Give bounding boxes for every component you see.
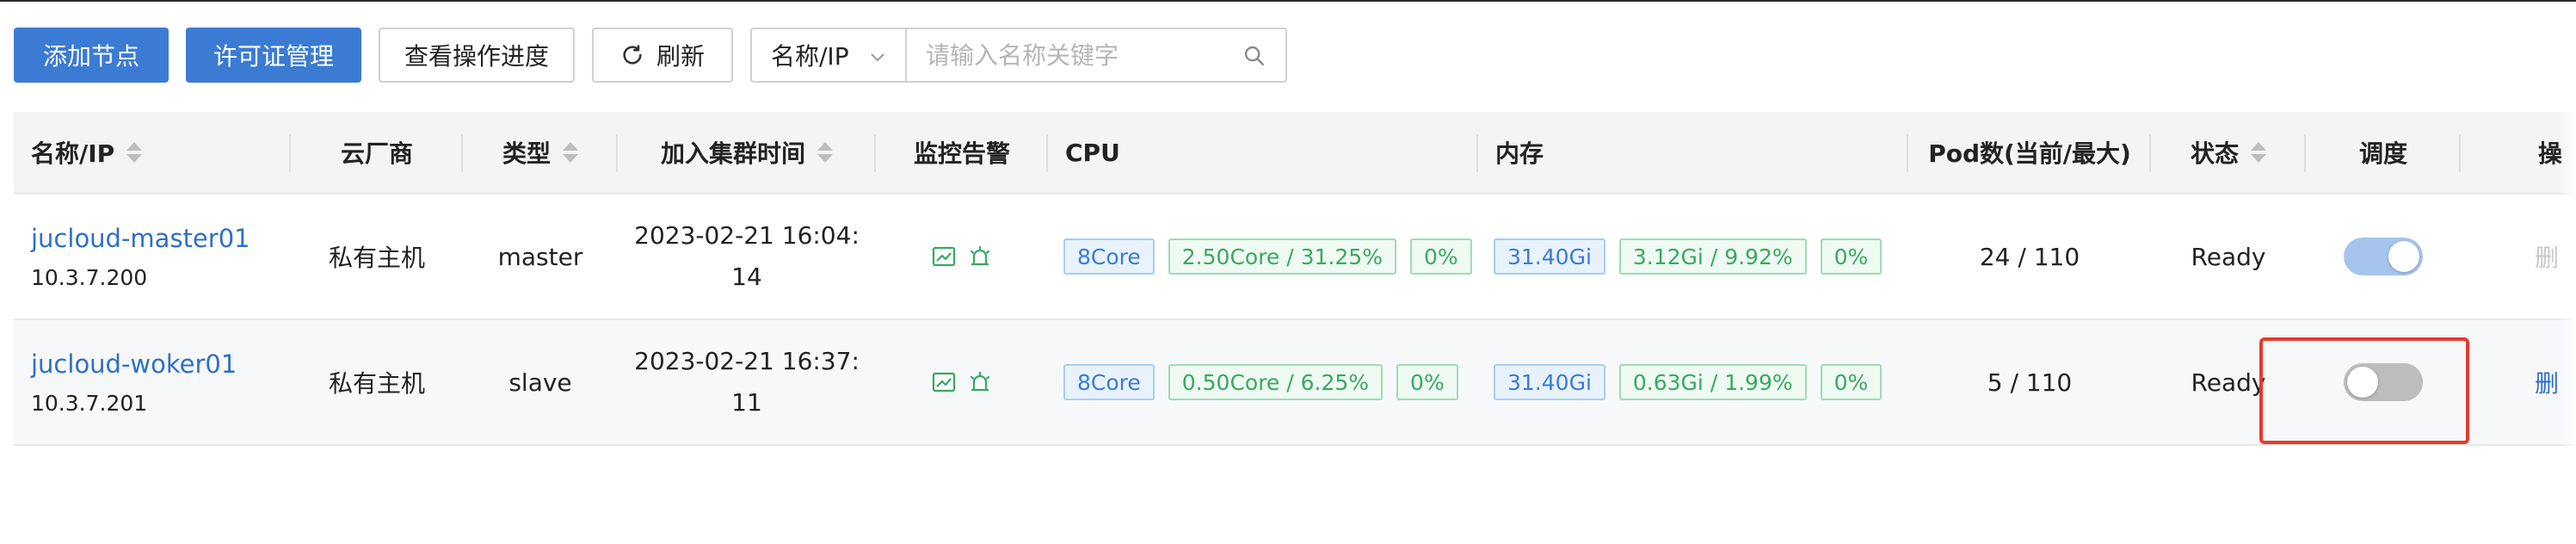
schedule-toggle[interactable] bbox=[2344, 238, 2423, 275]
mem-total-tag: 31.40Gi bbox=[1494, 364, 1605, 400]
sort-icon[interactable] bbox=[2251, 142, 2266, 163]
refresh-icon bbox=[623, 45, 642, 65]
chart-icon[interactable] bbox=[932, 371, 956, 393]
sort-icon[interactable] bbox=[817, 142, 833, 163]
memory-cell: 31.40Gi 3.12Gi / 9.92% 0% bbox=[1478, 195, 1908, 318]
search-field-select[interactable]: 名称/IP bbox=[752, 29, 907, 81]
search-field-value: 名称/IP bbox=[771, 42, 849, 71]
license-management-button[interactable]: 许可证管理 bbox=[186, 28, 361, 83]
memory-cell: 31.40Gi 0.63Gi / 1.99% 0% bbox=[1478, 320, 1908, 444]
join-time-line2: 11 bbox=[731, 388, 762, 417]
status-cell: Ready bbox=[2191, 368, 2266, 397]
node-ip: 10.3.7.201 bbox=[31, 390, 148, 416]
cpu-total-tag: 8Core bbox=[1063, 364, 1155, 400]
mem-pct-tag: 0% bbox=[1820, 364, 1883, 400]
schedule-cell bbox=[2306, 320, 2461, 444]
col-cpu: CPU bbox=[1048, 112, 1478, 193]
name-cell: jucloud-woker01 10.3.7.201 bbox=[14, 320, 291, 444]
mem-total-tag: 31.40Gi bbox=[1494, 238, 1605, 275]
delete-action-disabled: 删 bbox=[2535, 244, 2560, 272]
col-name[interactable]: 名称/IP bbox=[14, 112, 291, 193]
top-border bbox=[0, 0, 2576, 2]
scroll-fade bbox=[2559, 112, 2576, 448]
col-cpu-label: CPU bbox=[1065, 138, 1120, 167]
cpu-cell: 8Core 0.50Core / 6.25% 0% bbox=[1048, 320, 1478, 444]
col-type[interactable]: 类型 bbox=[463, 112, 618, 193]
col-join-time-label: 加入集群时间 bbox=[660, 139, 805, 168]
monitor-cell bbox=[876, 320, 1048, 444]
search-group: 名称/IP bbox=[750, 28, 1287, 83]
status-cell: Ready bbox=[2191, 242, 2266, 271]
cpu-pct-tag: 0% bbox=[1409, 238, 1472, 275]
col-monitor-label: 监控告警 bbox=[913, 139, 1010, 168]
alarm-icon[interactable] bbox=[968, 370, 992, 394]
col-monitor: 监控告警 bbox=[876, 112, 1048, 193]
type-cell: slave bbox=[508, 368, 572, 397]
delete-action[interactable]: 删 bbox=[2535, 365, 2559, 399]
add-node-button[interactable]: 添加节点 bbox=[14, 28, 169, 83]
join-time-line1: 2023-02-21 16:37: bbox=[634, 347, 860, 375]
view-progress-button[interactable]: 查看操作进度 bbox=[379, 28, 575, 83]
col-status[interactable]: 状态 bbox=[2151, 112, 2306, 193]
col-pods: Pod数(当前/最大) bbox=[1908, 112, 2151, 193]
chart-icon[interactable] bbox=[932, 245, 956, 268]
search-icon[interactable] bbox=[1242, 44, 1266, 68]
pods-cell: 5 / 110 bbox=[1987, 368, 2073, 397]
cloud-cell: 私有主机 bbox=[328, 369, 425, 398]
pods-cell: 24 / 110 bbox=[1979, 242, 2080, 271]
refresh-label: 刷新 bbox=[656, 42, 705, 71]
col-memory-label: 内存 bbox=[1495, 139, 1544, 168]
col-join-time[interactable]: 加入集群时间 bbox=[618, 112, 876, 193]
node-table: 名称/IP 云厂商 类型 加入集群时间 监控告警 CPU 内存 Pod数(当前/… bbox=[14, 112, 2576, 446]
type-cell: master bbox=[497, 242, 583, 271]
cpu-used-tag: 2.50Core / 31.25% bbox=[1168, 238, 1396, 275]
search-input[interactable] bbox=[907, 29, 1285, 81]
alarm-icon[interactable] bbox=[968, 244, 992, 269]
col-pods-label: Pod数(当前/最大) bbox=[1928, 139, 2131, 168]
cpu-cell: 8Core 2.50Core / 31.25% 0% bbox=[1048, 195, 1478, 318]
col-status-label: 状态 bbox=[2190, 139, 2239, 168]
chevron-down-icon bbox=[871, 53, 884, 62]
col-cloud: 云厂商 bbox=[291, 112, 463, 193]
cpu-used-tag: 0.50Core / 6.25% bbox=[1168, 364, 1384, 400]
col-type-label: 类型 bbox=[502, 139, 551, 168]
cloud-cell: 私有主机 bbox=[328, 244, 425, 272]
table-header: 名称/IP 云厂商 类型 加入集群时间 监控告警 CPU 内存 Pod数(当前/… bbox=[14, 112, 2576, 195]
node-ip: 10.3.7.200 bbox=[31, 264, 148, 290]
cpu-total-tag: 8Core bbox=[1063, 238, 1155, 275]
monitor-cell bbox=[876, 195, 1048, 318]
cpu-pct-tag: 0% bbox=[1396, 364, 1458, 400]
sort-icon[interactable] bbox=[563, 142, 578, 163]
col-name-label: 名称/IP bbox=[31, 139, 115, 168]
join-time-cell: 2023-02-21 16:37: 11 bbox=[618, 320, 876, 444]
schedule-toggle[interactable] bbox=[2344, 363, 2423, 401]
toolbar: 添加节点 许可证管理 查看操作进度 刷新 名称/IP bbox=[14, 28, 1287, 83]
table-row: jucloud-woker01 10.3.7.201 私有主机 slave 20… bbox=[14, 320, 2576, 446]
mem-pct-tag: 0% bbox=[1820, 238, 1883, 275]
name-cell: jucloud-master01 10.3.7.200 bbox=[14, 195, 291, 318]
node-name-link[interactable]: jucloud-master01 bbox=[31, 224, 250, 253]
join-time-cell: 2023-02-21 16:04: 14 bbox=[618, 195, 876, 318]
sort-icon[interactable] bbox=[126, 142, 143, 163]
col-cloud-label: 云厂商 bbox=[340, 139, 413, 168]
search-input-wrap bbox=[907, 29, 1285, 81]
join-time-line1: 2023-02-21 16:04: bbox=[634, 221, 860, 250]
mem-used-tag: 3.12Gi / 9.92% bbox=[1618, 238, 1807, 275]
mem-used-tag: 0.63Gi / 1.99% bbox=[1618, 364, 1807, 400]
col-memory: 内存 bbox=[1478, 112, 1908, 193]
refresh-button[interactable]: 刷新 bbox=[592, 28, 733, 83]
schedule-cell bbox=[2306, 195, 2461, 318]
col-schedule-label: 调度 bbox=[2358, 139, 2407, 168]
col-schedule: 调度 bbox=[2306, 112, 2461, 193]
table-row: jucloud-master01 10.3.7.200 私有主机 master … bbox=[14, 195, 2576, 320]
join-time-line2: 14 bbox=[731, 263, 762, 291]
node-name-link[interactable]: jucloud-woker01 bbox=[31, 349, 237, 379]
